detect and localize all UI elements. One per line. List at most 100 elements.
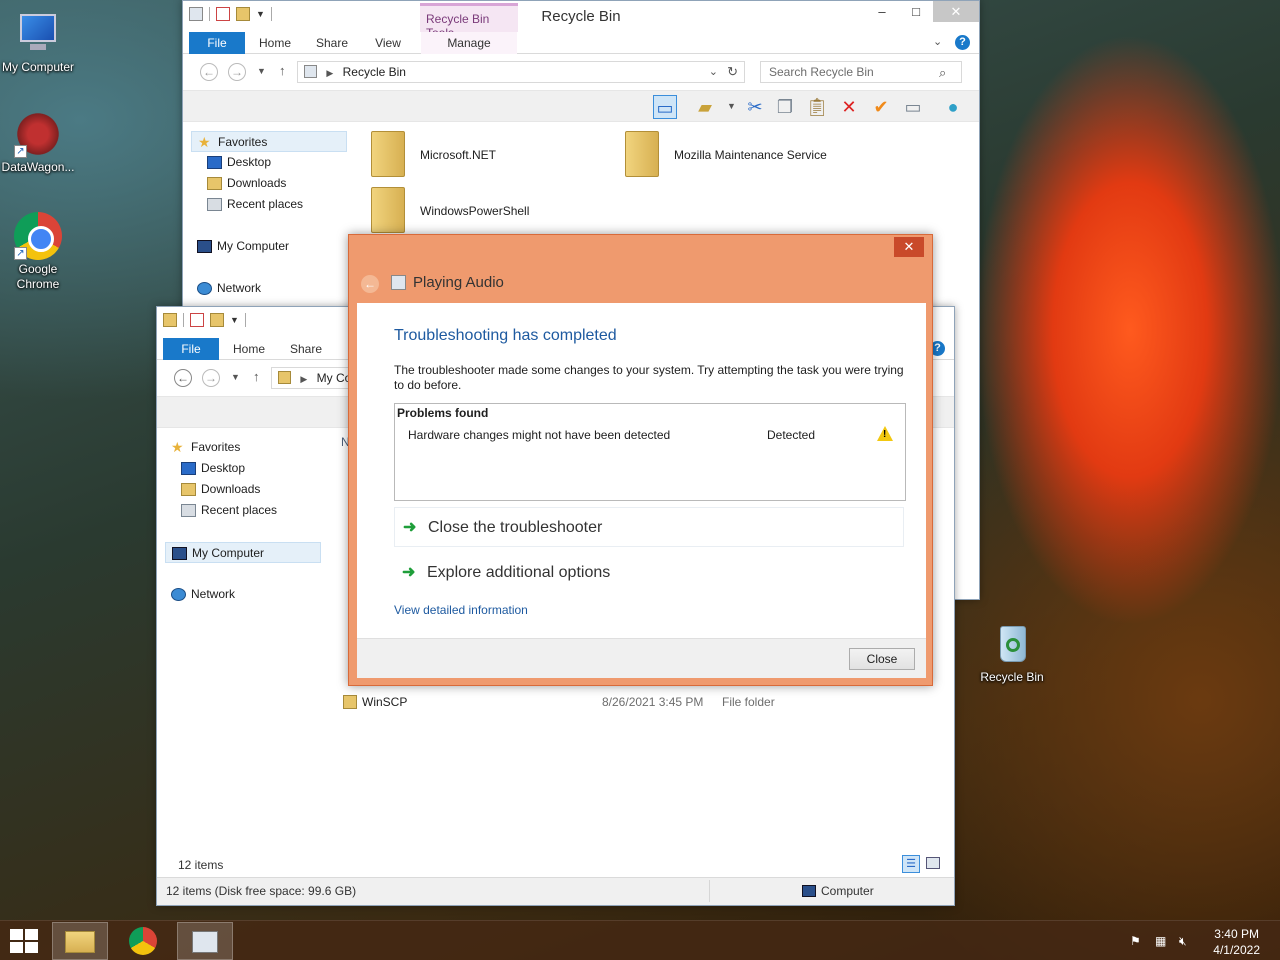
problem-issue: Hardware changes might not have been det… [408,428,671,442]
tab-share[interactable]: Share [305,32,359,54]
tab-share[interactable]: Share [279,338,333,360]
properties-folder-icon[interactable]: ▰ [693,95,717,119]
desktop-icon-label: My Computer [1,60,75,74]
taskbar: ⚑ ▦ 🔇︎ 3:40 PM 4/1/2022 [0,920,1280,960]
close-troubleshooter-option[interactable]: ➜ Close the troubleshooter [394,507,904,547]
desktop-icon-label: DataWagon... [1,160,75,174]
folder-icon[interactable] [625,131,659,177]
folder-icon[interactable] [371,131,405,177]
downloads-icon [207,177,222,190]
nav-label: Network [191,587,236,601]
tab-home[interactable]: Home [249,32,301,54]
address-field[interactable]: ▶ Recycle Bin ⌄ ↻ [297,61,745,83]
nav-favorites[interactable]: ★ Favorites [191,131,347,152]
desktop-icon-recycle-bin[interactable]: Recycle Bin [974,620,1050,685]
nav-downloads[interactable]: Downloads [201,173,286,194]
desktop-icon-chrome[interactable]: ↗ Google Chrome [0,212,76,292]
green-arrow-icon: ➜ [402,564,416,581]
maximize-button[interactable]: □ [899,1,933,22]
desktop-icon-datawagon[interactable]: ↗ DataWagon... [0,110,76,175]
tab-file[interactable]: File [163,338,219,360]
green-arrow-icon: ➜ [403,519,417,536]
close-button[interactable]: ✕ [933,1,979,22]
recent-locations-icon[interactable]: ▼ [257,66,266,76]
cut-icon[interactable]: ✂ [743,95,767,119]
copy-icon[interactable]: ❐ [773,95,797,119]
nav-recent-places[interactable]: Recent places [175,500,277,521]
taskbar-chrome[interactable] [115,922,171,960]
help-icon[interactable]: ? [955,35,970,50]
ribbon-tabs: File Home Share View Manage ⌄ ? [183,32,979,54]
globe-icon[interactable]: ● [941,95,965,119]
dialog-close-button[interactable]: ✕ [894,237,924,257]
qat-dropdown-icon[interactable]: ▼ [230,315,239,325]
desktop-icon [181,462,196,475]
back-icon[interactable]: ← [361,275,379,293]
layout-icon[interactable]: ▭ [653,95,677,119]
nav-desktop[interactable]: Desktop [201,152,271,173]
nav-downloads[interactable]: Downloads [175,479,260,500]
recycle-bin-icon [988,620,1036,668]
ribbon-expand-icon[interactable]: ⌄ [933,35,942,48]
folder-item-mozilla[interactable]: Mozilla Maintenance Service [674,148,827,162]
folder-small-icon[interactable] [163,313,177,327]
close-button[interactable]: Close [849,648,915,670]
volume-muted-icon[interactable]: 🔇︎ [1179,935,1193,947]
desktop-icon-my-computer[interactable]: My Computer [0,10,76,75]
nav-my-computer[interactable]: My Computer [165,542,321,563]
folder-icon[interactable] [371,187,405,233]
tab-file[interactable]: File [189,32,245,54]
action-center-flag-icon[interactable]: ⚑ [1130,935,1144,947]
tab-view[interactable]: View [363,32,413,54]
explore-options-option[interactable]: ➜ Explore additional options [394,553,904,593]
details-view-icon[interactable]: ☰ [902,855,920,873]
breadcrumb[interactable]: Recycle Bin [343,65,406,79]
nav-favorites[interactable]: ★ Favorites [165,437,240,458]
folder-small-icon [278,371,291,384]
view-detailed-information-link[interactable]: View detailed information [394,603,528,617]
up-button[interactable]: ↑ [279,63,286,78]
search-input[interactable]: Search Recycle Bin [760,61,962,83]
navigation-pane: ★ Favorites Desktop Downloads Recent plac… [191,131,351,311]
dialog-heading: Troubleshooting has completed [394,327,617,344]
taskbar-file-explorer[interactable] [52,922,108,960]
address-dropdown-icon[interactable]: ⌄ [709,62,718,82]
nav-desktop[interactable]: Desktop [175,458,245,479]
large-icons-view-icon[interactable] [926,857,940,869]
nav-recent-places[interactable]: Recent places [201,194,303,215]
file-row-name[interactable]: WinSCP [362,695,407,709]
network-icon [197,282,212,295]
tab-home[interactable]: Home [223,338,275,360]
paste-icon[interactable]: 📋︎ [805,95,829,119]
nav-network[interactable]: Network [165,584,235,605]
nav-my-computer[interactable]: My Computer [191,236,289,257]
properties-icon[interactable] [190,313,204,327]
clock[interactable]: 3:40 PM 4/1/2022 [1213,926,1260,958]
up-button[interactable]: ↑ [253,369,260,384]
minimize-button[interactable]: – [865,1,899,22]
rename-icon[interactable]: ▭ [901,95,925,119]
back-button[interactable]: ← [174,369,192,387]
back-button[interactable]: ← [200,63,218,81]
computer-icon [197,240,212,253]
troubleshooter-app-icon [391,275,406,290]
new-folder-icon[interactable] [210,313,224,327]
network-tray-icon[interactable]: ▦ [1155,935,1169,947]
recent-locations-icon[interactable]: ▼ [231,372,240,382]
search-icon[interactable]: ⌕ [939,65,946,81]
nav-label: Recent places [201,503,278,517]
nav-network[interactable]: Network [191,278,261,299]
forward-button[interactable]: → [228,63,246,81]
check-icon[interactable]: ✔ [869,95,893,119]
folder-item-powershell[interactable]: WindowsPowerShell [420,204,529,218]
start-button[interactable] [8,929,38,953]
forward-button[interactable]: → [202,369,220,387]
tab-manage[interactable]: Manage [421,32,517,54]
taskbar-troubleshooter[interactable] [177,922,233,960]
clock-date: 4/1/2022 [1213,943,1260,957]
troubleshooter-app-icon [192,931,218,953]
folder-item-microsoft-net[interactable]: Microsoft.NET [420,148,496,162]
delete-icon[interactable]: ✕ [837,95,861,119]
refresh-icon[interactable]: ↻ [727,62,738,82]
toolbar-dropdown-icon[interactable]: ▼ [727,101,736,111]
